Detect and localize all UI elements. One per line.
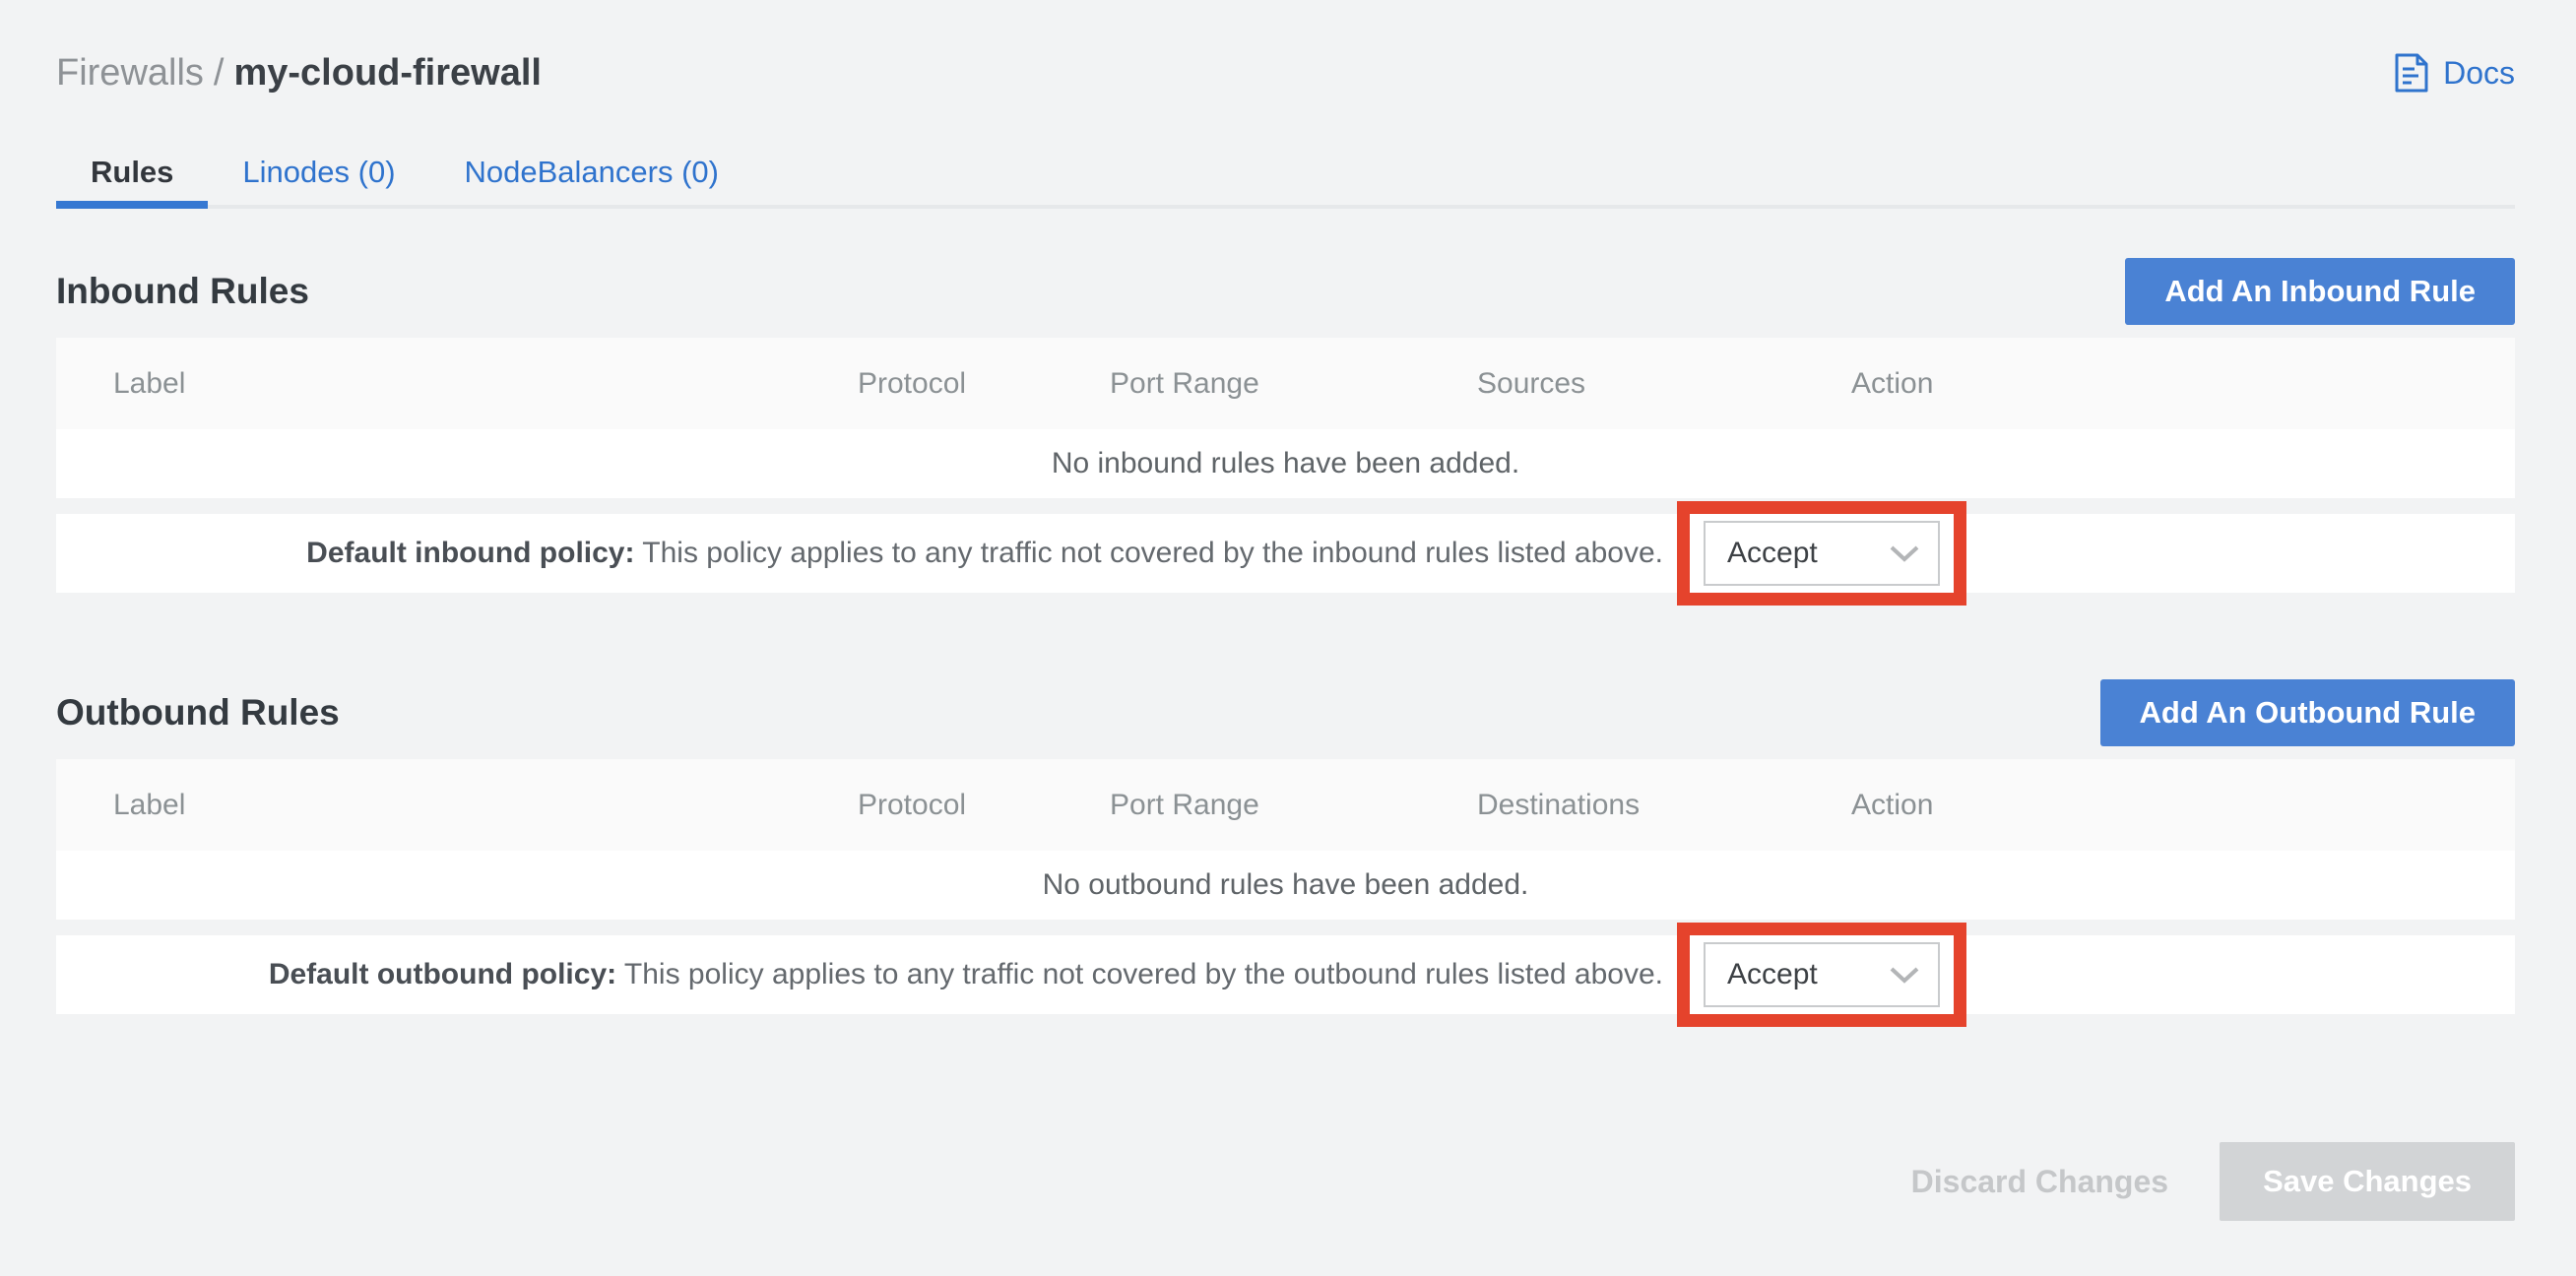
breadcrumb-firewalls-link[interactable]: Firewalls: [56, 52, 204, 94]
outbound-rules-table: Label Protocol Port Range Destinations A…: [56, 759, 2515, 1014]
outbound-empty-row: No outbound rules have been added.: [56, 851, 2515, 920]
column-header-action: Action: [1851, 789, 2515, 822]
outbound-policy-row: Default outbound policy: This policy app…: [56, 935, 2515, 1014]
inbound-table-header-row: Label Protocol Port Range Sources Action: [56, 338, 2515, 429]
breadcrumb: Firewalls/my-cloud-firewall: [56, 51, 542, 95]
save-changes-button[interactable]: Save Changes: [2220, 1142, 2515, 1221]
inbound-policy-description: This policy applies to any traffic not c…: [642, 537, 1663, 569]
tab-bar: Rules Linodes (0) NodeBalancers (0): [56, 134, 2515, 209]
breadcrumb-current-firewall: my-cloud-firewall: [233, 52, 542, 94]
inbound-rules-title: Inbound Rules: [56, 271, 309, 312]
page-header: Firewalls/my-cloud-firewall Docs: [56, 0, 2515, 95]
tab-nodebalancers[interactable]: NodeBalancers (0): [430, 134, 753, 205]
add-outbound-rule-button[interactable]: Add An Outbound Rule: [2100, 679, 2516, 746]
inbound-policy-row: Default inbound policy: This policy appl…: [56, 514, 2515, 593]
column-header-destinations: Destinations: [1477, 789, 1851, 822]
outbound-policy-highlight-box: Accept: [1677, 923, 1966, 1027]
chevron-down-icon: [1889, 966, 1920, 985]
column-header-label: Label: [113, 367, 858, 401]
column-header-port-range: Port Range: [1110, 367, 1477, 401]
docs-link[interactable]: Docs: [2393, 51, 2515, 95]
outbound-empty-message: No outbound rules have been added.: [1043, 868, 1529, 902]
docs-label: Docs: [2443, 51, 2515, 95]
tab-linodes[interactable]: Linodes (0): [208, 134, 429, 205]
column-header-label: Label: [113, 789, 858, 822]
column-header-protocol: Protocol: [858, 789, 1110, 822]
inbound-policy-selected-value: Accept: [1727, 537, 1818, 570]
docs-document-icon: [2393, 53, 2429, 93]
inbound-policy-highlight-box: Accept: [1677, 501, 1966, 606]
outbound-rules-section: Outbound Rules Add An Outbound Rule Labe…: [56, 679, 2515, 1014]
inbound-rules-section: Inbound Rules Add An Inbound Rule Label …: [56, 258, 2515, 593]
outbound-policy-selected-value: Accept: [1727, 958, 1818, 991]
tab-rules[interactable]: Rules: [56, 134, 208, 205]
outbound-policy-description: This policy applies to any traffic not c…: [624, 958, 1663, 990]
outbound-policy-select[interactable]: Accept: [1704, 942, 1940, 1007]
row-gap: [56, 920, 2515, 935]
column-header-action: Action: [1851, 367, 2515, 401]
column-header-sources: Sources: [1477, 367, 1851, 401]
chevron-down-icon: [1889, 544, 1920, 563]
inbound-empty-row: No inbound rules have been added.: [56, 429, 2515, 498]
breadcrumb-separator: /: [204, 52, 234, 94]
discard-changes-button[interactable]: Discard Changes: [1911, 1164, 2168, 1200]
outbound-policy-label: Default outbound policy:: [269, 958, 616, 990]
inbound-empty-message: No inbound rules have been added.: [1052, 447, 1519, 480]
inbound-rules-table: Label Protocol Port Range Sources Action…: [56, 338, 2515, 593]
inbound-policy-label: Default inbound policy:: [306, 537, 634, 569]
column-header-protocol: Protocol: [858, 367, 1110, 401]
outbound-policy-text: Default outbound policy: This policy app…: [56, 958, 1663, 991]
outbound-table-header-row: Label Protocol Port Range Destinations A…: [56, 759, 2515, 851]
inbound-policy-select[interactable]: Accept: [1704, 521, 1940, 586]
row-gap: [56, 498, 2515, 514]
add-inbound-rule-button[interactable]: Add An Inbound Rule: [2125, 258, 2515, 325]
outbound-rules-title: Outbound Rules: [56, 692, 340, 734]
firewall-detail-page: Firewalls/my-cloud-firewall Docs Rules L…: [56, 0, 2515, 1221]
form-actions-footer: Discard Changes Save Changes: [56, 1142, 2515, 1221]
inbound-policy-text: Default inbound policy: This policy appl…: [56, 537, 1663, 570]
column-header-port-range: Port Range: [1110, 789, 1477, 822]
